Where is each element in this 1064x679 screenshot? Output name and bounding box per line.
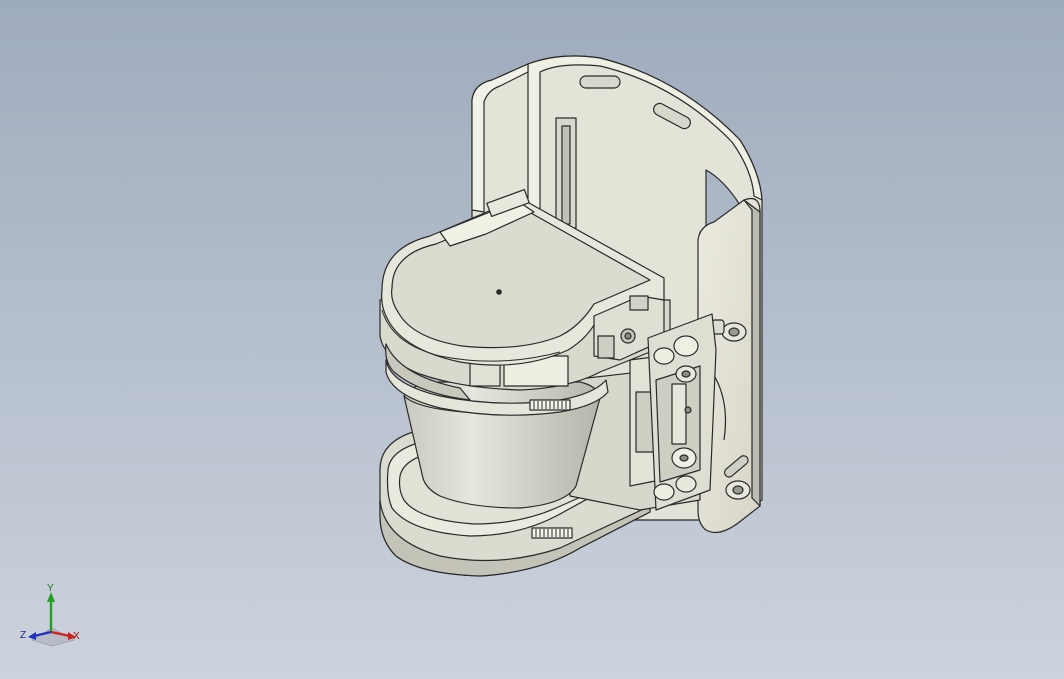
triad-y-label: Y [47, 583, 54, 594]
triad-x-label: X [73, 631, 80, 642]
cad-model[interactable] [0, 0, 1064, 679]
axis-triad[interactable]: Y Z X [18, 584, 88, 648]
triad-z-label: Z [20, 630, 27, 641]
graphics-viewport[interactable]: Y Z X [0, 0, 1064, 679]
clamp-assembly [647, 313, 717, 511]
